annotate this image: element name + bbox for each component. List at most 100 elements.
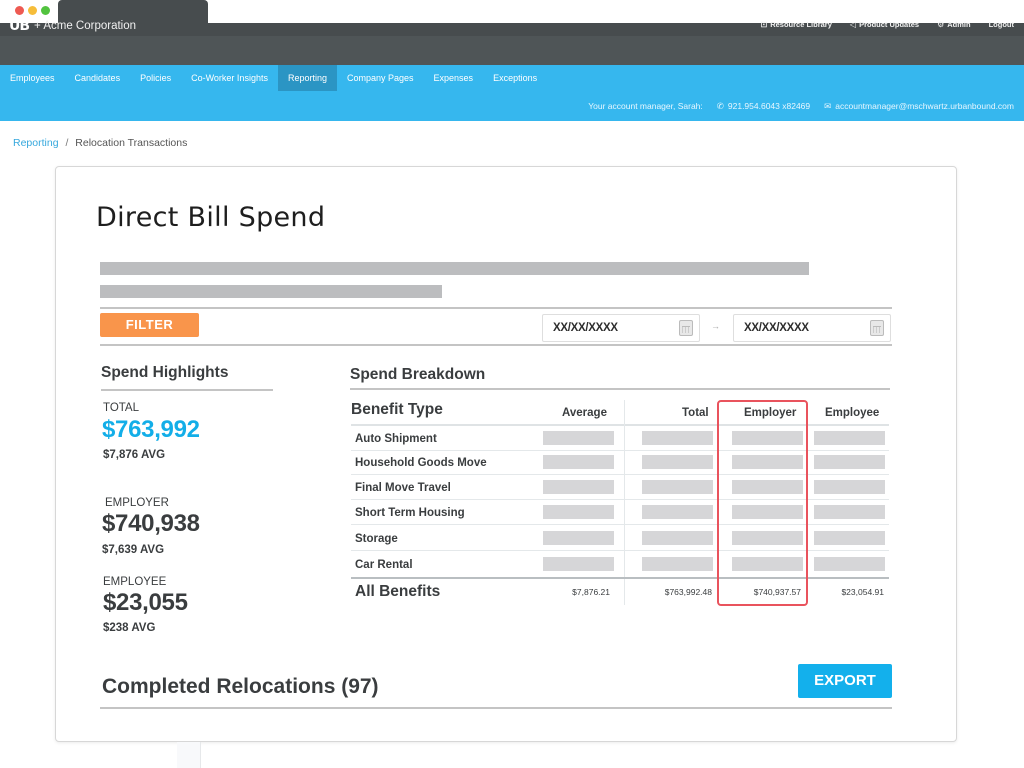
all-benefits-label: All Benefits (355, 583, 441, 600)
calendar-icon[interactable] (870, 320, 884, 336)
nav-item-company-pages[interactable]: Company Pages (337, 65, 424, 91)
redacted-average-cell (543, 431, 614, 445)
header-links: ⊡ Resource Library ◁ Product Updates ⚙ A… (761, 20, 1015, 29)
redacted-average-cell (543, 557, 614, 571)
employer-label: EMPLOYER (105, 497, 169, 509)
admin-link[interactable]: ⚙ Admin (937, 20, 971, 29)
filter-button[interactable]: FILTER (100, 313, 199, 337)
date-range-arrow: → (711, 321, 720, 331)
employer-column-highlight (717, 400, 808, 606)
completed-relocations-title: Completed Relocations (97) (102, 675, 379, 698)
total-average: $7,876 AVG (103, 449, 166, 461)
page-below-stub (177, 742, 201, 768)
breadcrumb-current: Relocation Transactions (75, 137, 188, 149)
nav-item-employees[interactable]: Employees (0, 65, 65, 91)
redacted-employee-cell (814, 505, 885, 519)
report-card (55, 166, 957, 742)
window-close-button[interactable] (15, 6, 24, 15)
resource-library-link[interactable]: ⊡ Resource Library (761, 20, 832, 29)
breadcrumb-separator: / (65, 137, 69, 149)
row-divider (351, 450, 889, 451)
column-header-total: Total (682, 407, 709, 419)
redacted-employee-cell (814, 557, 885, 571)
highlights-divider (101, 389, 273, 391)
window-maximize-button[interactable] (41, 6, 50, 15)
description-placeholder-line (100, 285, 442, 298)
redacted-employee-cell (814, 531, 885, 545)
nav-item-reporting[interactable]: Reporting (277, 65, 337, 91)
window-minimize-button[interactable] (28, 6, 37, 15)
description-placeholder-line (100, 262, 809, 275)
product-updates-link[interactable]: ◁ Product Updates (850, 20, 919, 29)
row-label: Final Move Travel (355, 482, 451, 494)
account-manager-email[interactable]: ✉ accountmanager@mschwartz.urbanbound.com (824, 101, 1014, 112)
total-label: TOTAL (103, 402, 139, 414)
employee-value: $23,055 (103, 589, 188, 616)
account-manager-info: Your account manager, Sarah: ✆ 921.954.60… (588, 101, 1014, 112)
redacted-total-cell (642, 557, 713, 571)
employee-average: $238 AVG (103, 622, 156, 634)
column-header-average: Average (562, 407, 607, 419)
employer-average: $7,639 AVG (102, 544, 165, 556)
ub-logo-icon: UB (9, 18, 30, 34)
breadcrumb-reporting-link[interactable]: Reporting (13, 137, 59, 149)
row-divider (351, 524, 889, 525)
row-divider (351, 550, 889, 551)
redacted-employee-cell (814, 431, 885, 445)
redacted-total-cell (642, 505, 713, 519)
account-manager-phone[interactable]: ✆ 921.954.6043 x82469 (717, 101, 810, 112)
nav-items: Employees Candidates Policies Co-Worker … (0, 65, 547, 91)
logout-link[interactable]: Logout (989, 20, 1014, 29)
nav-item-policies[interactable]: Policies (130, 65, 181, 91)
column-divider (624, 400, 625, 605)
redacted-employee-cell (814, 455, 885, 469)
row-label: Short Term Housing (355, 507, 465, 519)
admin-label: Admin (947, 20, 971, 29)
all-benefits-employee: $23,054.91 (841, 587, 884, 597)
redacted-average-cell (543, 505, 614, 519)
row-divider (351, 474, 889, 475)
calendar-icon[interactable] (679, 320, 693, 336)
date-from-input[interactable]: XX/XX/XXXX (542, 314, 700, 342)
main-nav: Employees Candidates Policies Co-Worker … (0, 65, 1024, 121)
nav-item-candidates[interactable]: Candidates (65, 65, 131, 91)
page-title: Direct Bill Spend (96, 202, 326, 233)
all-benefits-average: $7,876.21 (572, 587, 610, 597)
total-value: $763,992 (102, 416, 200, 443)
export-button[interactable]: EXPORT (798, 664, 892, 698)
product-updates-label: Product Updates (859, 20, 920, 29)
column-header-employee: Employee (825, 407, 880, 419)
spend-highlights-title: Spend Highlights (101, 364, 229, 381)
row-label: Auto Shipment (355, 433, 437, 445)
resource-library-label: Resource Library (770, 20, 832, 29)
date-to-value: XX/XX/XXXX (744, 322, 809, 334)
row-divider (351, 499, 889, 500)
date-from-value: XX/XX/XXXX (553, 322, 618, 334)
employer-value: $740,938 (102, 510, 200, 537)
redacted-average-cell (543, 455, 614, 469)
redacted-employee-cell (814, 480, 885, 494)
logout-label: Logout (988, 20, 1014, 29)
account-manager-label: Your account manager, Sarah: (588, 101, 703, 111)
filter-top-divider (100, 307, 892, 309)
envelope-icon: ✉ (824, 101, 832, 111)
brand[interactable]: UB + Acme Corporation (9, 18, 136, 34)
top-bar (0, 23, 1024, 65)
date-to-input[interactable]: XX/XX/XXXX (733, 314, 891, 342)
redacted-total-cell (642, 480, 713, 494)
nav-item-exceptions[interactable]: Exceptions (483, 65, 547, 91)
redacted-average-cell (543, 531, 614, 545)
nav-item-co-worker-insights[interactable]: Co-Worker Insights (181, 65, 278, 91)
nav-item-expenses[interactable]: Expenses (424, 65, 484, 91)
phone-number: 921.954.6043 x82469 (727, 101, 811, 111)
completed-divider (100, 707, 892, 709)
redacted-total-cell (642, 455, 713, 469)
top-bar-inner (0, 36, 1024, 65)
all-benefits-total: $763,992.48 (664, 587, 712, 597)
table-header-divider (351, 424, 889, 426)
row-label: Storage (355, 533, 398, 545)
book-icon: ⊡ (760, 20, 768, 29)
redacted-total-cell (642, 431, 713, 445)
column-header-benefit-type: Benefit Type (351, 401, 443, 418)
filter-bottom-divider (100, 344, 892, 346)
